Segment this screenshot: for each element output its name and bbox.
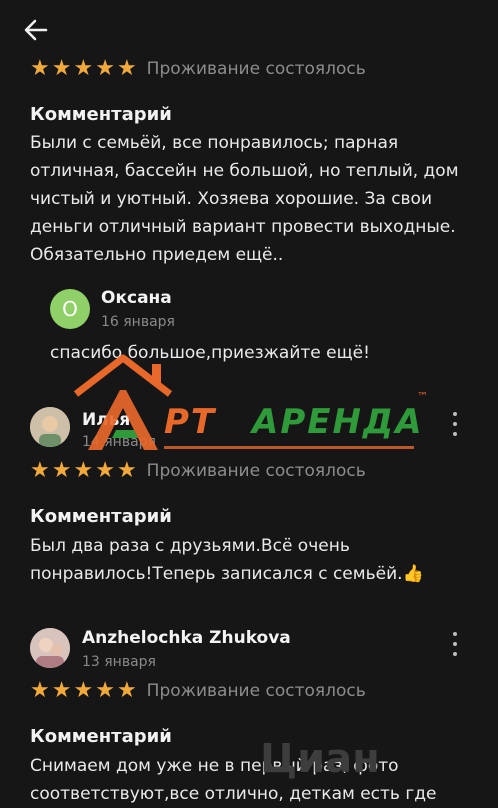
review-author: Anzhelochka Zhukova	[82, 628, 291, 648]
star-icon: ★	[95, 458, 115, 483]
avatar	[30, 628, 70, 668]
star-icon: ★	[116, 458, 137, 483]
star-icon: ★	[30, 458, 50, 483]
dot	[453, 642, 457, 646]
dot	[453, 432, 457, 436]
star-icon: ★	[73, 678, 94, 703]
star-icon: ★	[30, 56, 50, 81]
star-icon: ★	[51, 458, 72, 483]
user-photo-icon	[30, 628, 70, 668]
dot	[453, 412, 457, 416]
star-icon: ★	[95, 678, 115, 703]
star-icon: ★	[116, 678, 137, 703]
star-icon: ★	[51, 678, 72, 703]
avatar-letter: О	[62, 297, 78, 321]
avatar	[30, 407, 70, 447]
stay-status: Проживание состоялось	[146, 59, 366, 79]
reply-date: 16 января	[101, 314, 175, 330]
star-icon: ★	[30, 678, 50, 703]
stay-status: Проживание состоялось	[146, 461, 366, 481]
star-rating: ★ ★ ★ ★ ★	[30, 460, 137, 482]
watermark-corner: Циан	[260, 736, 380, 782]
house-logo-icon	[73, 354, 173, 450]
review-date: 13 января	[82, 654, 156, 670]
dot	[453, 422, 457, 426]
logo-text-left: РТ	[164, 402, 217, 442]
review-rating-row: ★ ★ ★ ★ ★ Проживание состоялось	[30, 460, 366, 482]
review-comment: Были с семьёй, все понравилось; парная о…	[30, 133, 459, 265]
comment-heading: Комментарий	[30, 104, 172, 125]
star-rating: ★ ★ ★ ★ ★	[30, 58, 137, 80]
review-comment: Был два раза с друзьями.Всё очень понрав…	[30, 536, 424, 584]
back-button[interactable]	[22, 16, 50, 44]
logo-text-right: АРЕНДА	[252, 402, 424, 442]
reply-author: Оксана	[101, 288, 172, 308]
star-icon: ★	[73, 458, 94, 483]
watermark-logo: РТ АРЕНДА ™	[68, 350, 436, 458]
review-rating-row: ★ ★ ★ ★ ★ Проживание состоялось	[30, 680, 366, 702]
dot	[453, 652, 457, 656]
star-icon: ★	[95, 56, 115, 81]
trademark: ™	[417, 390, 428, 403]
stay-status: Проживание состоялось	[146, 681, 366, 701]
star-icon: ★	[116, 56, 137, 81]
dot	[453, 632, 457, 636]
more-options-button[interactable]	[448, 412, 462, 436]
star-icon: ★	[73, 56, 94, 81]
review-rating-row: ★ ★ ★ ★ ★ Проживание состоялось	[30, 58, 366, 80]
comment-heading: Комментарий	[30, 506, 172, 527]
star-icon: ★	[51, 56, 72, 81]
star-rating: ★ ★ ★ ★ ★	[30, 680, 137, 702]
logo-underline	[164, 446, 414, 449]
avatar: О	[50, 289, 90, 329]
user-photo-icon	[30, 407, 70, 447]
comment-heading: Комментарий	[30, 726, 172, 747]
arrow-left-icon	[24, 19, 48, 41]
more-options-button[interactable]	[448, 632, 462, 656]
